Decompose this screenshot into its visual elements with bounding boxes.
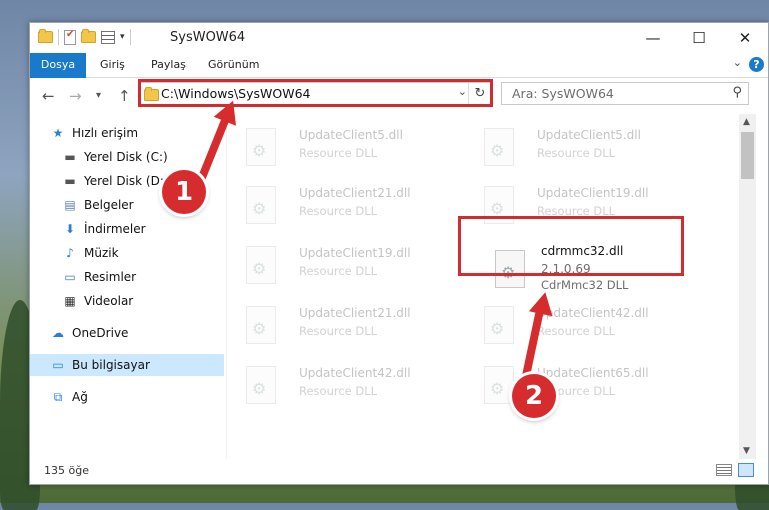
dll-file-icon bbox=[484, 306, 514, 344]
documents-icon: ▤ bbox=[64, 198, 76, 212]
up-button[interactable]: ↑ bbox=[118, 87, 131, 105]
folder-icon bbox=[38, 29, 53, 43]
navigation-pane: ★ Hızlı erişim ▬ Yerel Disk (C:) 📌 ▬ Yer… bbox=[30, 114, 252, 459]
qat-dropdown-icon[interactable]: ▾ bbox=[120, 32, 125, 42]
close-button[interactable]: ✕ bbox=[722, 23, 768, 53]
scroll-down-icon[interactable]: ▼ bbox=[743, 446, 750, 456]
sidebar-item-documents[interactable]: ▤ Belgeler 📌 bbox=[30, 194, 256, 216]
search-icon[interactable]: ⚲ bbox=[732, 85, 742, 100]
file-item[interactable]: UpdateClient5.dll Resource DLL bbox=[465, 122, 695, 174]
status-bar: 135 öğe bbox=[30, 459, 768, 484]
vertical-scrollbar[interactable]: ▲ ▼ bbox=[739, 114, 756, 459]
dll-file-icon bbox=[246, 246, 276, 284]
sidebar-item-pictures[interactable]: ▭ Resimler 📌 bbox=[30, 266, 256, 288]
sidebar-item-network[interactable]: ⧉ Ağ bbox=[30, 386, 244, 408]
recent-locations-button[interactable]: ▾ bbox=[96, 90, 101, 101]
network-icon: ⧉ bbox=[53, 390, 63, 404]
details-view-icon[interactable] bbox=[716, 464, 732, 476]
minimize-button[interactable]: — bbox=[630, 23, 676, 53]
search-placeholder: Ara: SysWOW64 bbox=[512, 86, 614, 101]
dll-file-icon bbox=[246, 306, 276, 344]
list-view-icon[interactable] bbox=[101, 30, 115, 44]
music-icon: ♪ bbox=[66, 246, 74, 260]
tab-share[interactable]: Paylaş bbox=[151, 53, 186, 77]
file-item[interactable]: UpdateClient19.dll Resource DLL bbox=[227, 240, 457, 292]
drive-icon: ▬ bbox=[64, 174, 76, 188]
file-description: CdrMmc32 DLL bbox=[541, 278, 629, 292]
callout-badge-1: 1 bbox=[162, 170, 206, 214]
file-list: UpdateClient5.dll Resource DLL UpdateCli… bbox=[227, 114, 739, 459]
download-icon: ⬇ bbox=[64, 222, 76, 236]
dll-file-icon bbox=[246, 128, 276, 166]
sidebar-item-videos[interactable]: ▦ Videolar 📌 bbox=[30, 290, 256, 312]
navigation-bar: ← → ▾ ↑ C:\Windows\SysWOW64 ⌄ ↻ Ara: Sys… bbox=[30, 78, 768, 114]
address-highlight-box bbox=[138, 79, 493, 107]
search-input[interactable]: Ara: SysWOW64 ⚲ bbox=[501, 82, 749, 105]
new-folder-icon[interactable] bbox=[81, 29, 96, 43]
ribbon-tabs: Dosya Giriş Paylaş Görünüm ⌄ ? bbox=[30, 53, 768, 105]
file-item[interactable]: UpdateClient42.dll Resource DLL bbox=[227, 360, 457, 412]
item-count: 135 öğe bbox=[44, 464, 89, 477]
dll-file-icon bbox=[246, 366, 276, 404]
videos-icon: ▦ bbox=[64, 294, 76, 308]
sidebar-item-music[interactable]: ♪ Müzik 📌 bbox=[30, 242, 256, 264]
title-bar: ▾ SysWOW64 — ☐ ✕ bbox=[30, 23, 768, 53]
file-item[interactable]: UpdateClient65.dll Resource DLL bbox=[465, 360, 695, 412]
star-icon: ★ bbox=[52, 126, 64, 140]
back-button[interactable]: ← bbox=[42, 87, 55, 105]
maximize-button[interactable]: ☐ bbox=[676, 23, 722, 53]
tab-view[interactable]: Görünüm bbox=[208, 53, 259, 77]
sidebar-item-downloads[interactable]: ⬇ İndirmeler 📌 bbox=[30, 218, 256, 240]
sidebar-item-disk-d[interactable]: ▬ Yerel Disk (D:) 📌 bbox=[30, 170, 256, 192]
computer-icon: ▭ bbox=[52, 358, 64, 372]
dll-file-icon bbox=[484, 128, 514, 166]
dll-file-icon bbox=[246, 186, 276, 224]
window-title: SysWOW64 bbox=[170, 30, 246, 45]
forward-button[interactable]: → bbox=[69, 87, 82, 105]
properties-check-icon[interactable] bbox=[64, 29, 76, 45]
quick-access-toolbar: ▾ bbox=[38, 29, 131, 45]
scroll-up-icon[interactable]: ▲ bbox=[743, 117, 750, 127]
callout-badge-2: 2 bbox=[512, 374, 556, 418]
large-icons-view-icon[interactable] bbox=[738, 463, 754, 477]
cloud-icon: ☁ bbox=[52, 326, 64, 340]
file-item[interactable]: UpdateClient21.dll Resource DLL bbox=[227, 300, 457, 352]
sidebar-item-onedrive[interactable]: ☁ OneDrive bbox=[30, 322, 244, 344]
tab-home[interactable]: Giriş bbox=[100, 53, 125, 77]
dll-file-icon bbox=[484, 366, 514, 404]
drive-icon: ▬ bbox=[64, 150, 76, 164]
pictures-icon: ▭ bbox=[64, 270, 76, 284]
scroll-thumb[interactable] bbox=[741, 132, 754, 179]
file-highlight-box bbox=[458, 216, 684, 276]
ribbon-expand-icon[interactable]: ⌄ bbox=[733, 56, 742, 69]
file-item[interactable]: UpdateClient42.dll Resource DLL bbox=[465, 300, 695, 352]
sidebar-item-disk-c[interactable]: ▬ Yerel Disk (C:) 📌 bbox=[30, 146, 256, 168]
file-item[interactable]: UpdateClient21.dll Resource DLL bbox=[227, 180, 457, 232]
sidebar-item-this-pc[interactable]: ▭ Bu bilgisayar bbox=[30, 354, 224, 376]
help-icon[interactable]: ? bbox=[749, 57, 764, 72]
file-item[interactable]: UpdateClient5.dll Resource DLL bbox=[227, 122, 457, 174]
